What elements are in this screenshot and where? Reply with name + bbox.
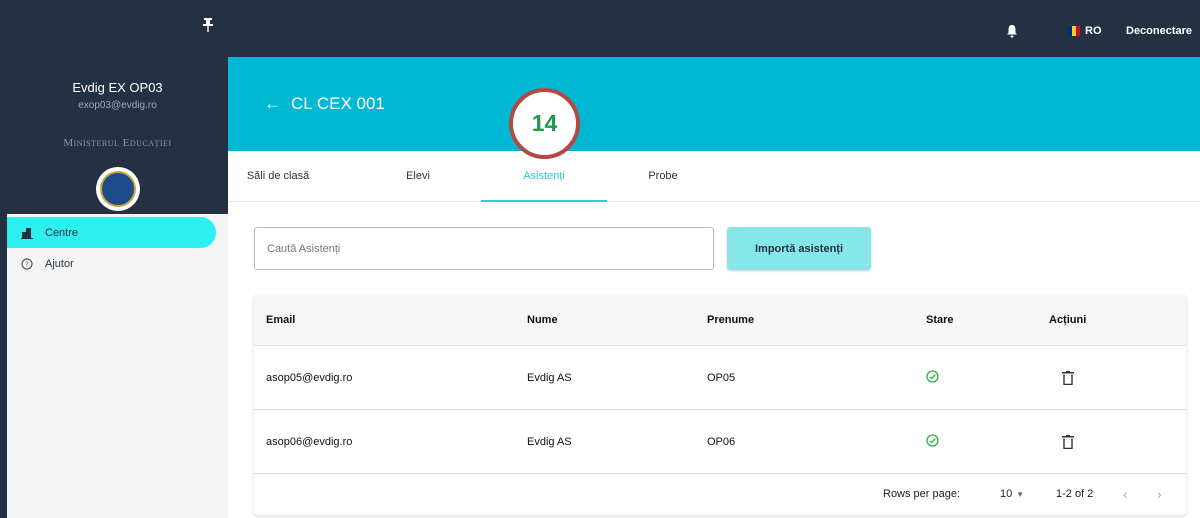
cell-prenume: OP05: [707, 372, 736, 384]
user-name: Evdig EX OP03: [72, 80, 163, 95]
cell-nume: Evdig AS: [527, 372, 572, 384]
bell-icon[interactable]: [1006, 24, 1018, 38]
coat-of-arms-icon: [100, 171, 136, 207]
column-header-stare[interactable]: Stare: [926, 295, 954, 346]
tab-sali-de-clasa[interactable]: Săli de clasă: [228, 151, 328, 202]
next-page-button[interactable]: ›: [1157, 474, 1162, 515]
pin-icon[interactable]: [203, 18, 213, 32]
romanian-flag-icon[interactable]: [1068, 26, 1080, 36]
building-icon: [21, 227, 33, 239]
chevron-down-icon: ▼: [1016, 490, 1025, 499]
help-circle-icon: ?: [21, 257, 33, 270]
previous-page-button[interactable]: ‹: [1123, 474, 1128, 515]
tab-probe[interactable]: Probe: [628, 151, 698, 202]
trash-icon[interactable]: [1062, 435, 1074, 449]
cell-email: asop05@evdig.ro: [266, 372, 353, 384]
sidebar-profile: Evdig EX OP03 exop03@evdig.ro Ministerul…: [7, 0, 228, 214]
column-header-nume[interactable]: Nume: [527, 295, 558, 346]
check-circle-icon: [926, 434, 939, 447]
rows-per-page-label: Rows per page:: [883, 488, 961, 500]
sidebar-item-ajutor[interactable]: ? Ajutor: [7, 248, 228, 279]
column-header-prenume[interactable]: Prenume: [707, 295, 754, 346]
rows-per-page-value: 10: [1000, 488, 1013, 500]
page-header: ← CL CEX 001: [228, 57, 1200, 151]
language-selector[interactable]: RO: [1085, 25, 1102, 37]
arrow-left-icon: ←: [264, 94, 281, 113]
column-header-actiuni: Acțiuni: [1049, 314, 1087, 326]
step-badge: 14: [509, 88, 580, 159]
tab-elevi[interactable]: Elevi: [378, 151, 458, 202]
assistants-table: Email Nume Prenume Stare Acțiuni asop05@…: [254, 295, 1186, 515]
cell-email: asop06@evdig.ro: [266, 436, 353, 448]
ministry-name: Ministerul Educației: [63, 137, 172, 149]
check-circle-icon: [926, 370, 939, 383]
sidebar: Evdig EX OP03 exop03@evdig.ro Ministerul…: [0, 0, 228, 518]
table-pagination: Rows per page: 10 ▼ 1-2 of 2 ‹ ›: [254, 474, 1186, 515]
page-title: CL CEX 001: [291, 94, 385, 113]
trash-icon[interactable]: [1062, 371, 1074, 385]
user-email: exop03@evdig.ro: [78, 100, 157, 111]
cell-prenume: OP06: [707, 436, 736, 448]
svg-text:?: ?: [25, 260, 29, 268]
table-row: asop06@evdig.ro Evdig AS OP06: [254, 410, 1186, 474]
back-link[interactable]: ← CL CEX 001: [264, 94, 385, 114]
logout-button[interactable]: Deconectare: [1126, 25, 1192, 37]
tab-bar: Săli de clasă Elevi Asistenți Probe: [228, 151, 1200, 202]
sidebar-item-label: Centre: [45, 226, 79, 239]
sidebar-item-label: Ajutor: [45, 257, 74, 270]
government-logo: [96, 167, 140, 211]
sidebar-item-centre[interactable]: Centre: [7, 217, 216, 248]
table-header: Email Nume Prenume Stare Acțiuni: [254, 295, 1186, 346]
sidebar-nav: Centre ? Ajutor: [7, 217, 228, 279]
top-bar: RO Deconectare: [228, 0, 1200, 57]
search-input[interactable]: [254, 227, 714, 270]
rows-per-page-select[interactable]: 10 ▼: [1000, 474, 1024, 515]
cell-nume: Evdig AS: [527, 436, 572, 448]
column-header-email[interactable]: Email: [266, 295, 295, 346]
table-row: asop05@evdig.ro Evdig AS OP05: [254, 346, 1186, 410]
import-assistants-button[interactable]: Importă asistenți: [727, 227, 871, 270]
page-range: 1-2 of 2: [1056, 488, 1094, 500]
